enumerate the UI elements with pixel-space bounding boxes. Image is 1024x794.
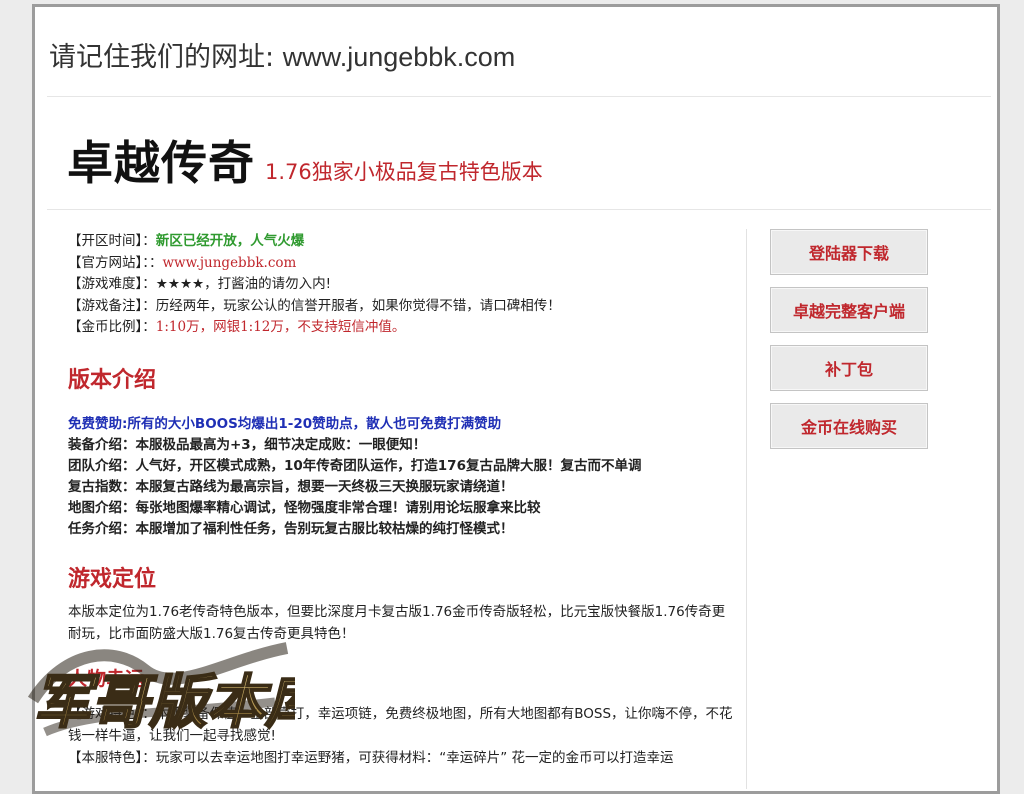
info-label: 【官方网站】： [68,254,149,271]
info-value: ★★★★，打酱油的请勿入内! [155,276,332,292]
server-text: 玩家可以去幸运地图打幸运野猪，可获得材料：“幸运碎片” 花一定的金币可以打造幸运 [155,750,674,766]
launcher-download-button[interactable]: 登陆器下载 [770,229,928,275]
version-section: 免费赞助:所有的大小BOOS均爆出1-20赞助点，散人也可免费打满赞助 装备介绍… [68,414,733,540]
url-notice: 请记住我们的网址: www.jungebbk.com [49,35,515,74]
section-heading-version: 版本介绍 [68,368,157,393]
section-heading-positioning: 游戏定位 [68,567,157,592]
divider [47,209,991,210]
site-title: 卓越传奇 [67,136,255,190]
info-difficulty: 【游戏难度】：★★★★，打酱油的请勿入内! [68,274,733,296]
info-label: 【开区时间】： [68,233,156,249]
info-open-time: 【开区时间】：新区已经开放，人气火爆 [68,231,733,253]
watermark-text: 军哥版本库 [33,668,295,736]
full-client-button[interactable]: 卓越完整客户端 [770,287,928,333]
buy-gold-button[interactable]: 金币在线购买 [770,403,928,449]
info-value: 新区已经开放，人气火爆 [155,233,305,249]
version-line: 装备介绍：本服极品最高为+3，细节决定成败：一眼便知！ [68,437,427,453]
main-content: 【开区时间】：新区已经开放，人气火爆 【官方网站】：：www.jungebbk.… [68,231,733,766]
version-line: 任务介绍：本服增加了福利性任务，告别玩复古服比较枯燥的纯打怪模式！ [68,521,514,537]
sponsor-highlight: 免费赞助:所有的大小BOOS均爆出1-20赞助点，散人也可免费打满赞助 [68,416,502,432]
site-url[interactable]: www.jungebbk.com [283,42,516,72]
site-subtitle: 1.76独家小极品复古特色版本 [265,160,543,184]
watermark-logo: 军哥版本库 [27,642,295,737]
info-separator: ： [149,254,163,271]
divider [47,96,991,97]
info-gold-ratio: 【金币比例】：1:10万，网银1:12万，不支持短信冲值。 [68,317,733,339]
version-line: 地图介绍：每张地图爆率精心调试，怪物强度非常合理！请别用论坛服拿来比较 [68,500,541,516]
info-value: 1:10万，网银1:12万，不支持短信冲值。 [155,319,406,335]
version-line: 复古指数：本服复古路线为最高宗旨，想要一天终极三天换服玩家请绕道！ [68,479,514,495]
info-label: 【金币比例】： [68,319,156,335]
version-line: 团队介绍：人气好，开区模式成熟，10年传奇团队运作，打造176复古品牌大服！复古… [68,458,642,474]
url-notice-prefix: 请记住我们的网址: [49,42,283,73]
column-divider [746,229,747,789]
info-value: 历经两年，玩家公认的信誉开服者，如果你觉得不错，请口碑相传！ [155,297,561,314]
patch-button[interactable]: 补丁包 [770,345,928,391]
positioning-text: 本版本定位为1.76老传奇特色版本，但要比深度月卡复古版1.76金币传奇版轻松，… [68,604,726,642]
site-header: 卓越传奇 1.76独家小极品复古特色版本 [67,127,543,193]
info-official-site: 【官方网站】：：www.jungebbk.com [68,253,733,275]
server-label: 【本服特色】： [68,750,156,766]
info-label: 【游戏备注】： [68,297,156,314]
info-notes: 【游戏备注】：历经两年，玩家公认的信誉开服者，如果你觉得不错，请口碑相传！ [68,296,733,318]
info-label: 【游戏难度】： [68,276,156,292]
official-site-link[interactable]: www.jungebbk.com [163,255,297,271]
sidebar-buttons: 登陆器下载 卓越完整客户端 补丁包 金币在线购买 [770,229,928,461]
